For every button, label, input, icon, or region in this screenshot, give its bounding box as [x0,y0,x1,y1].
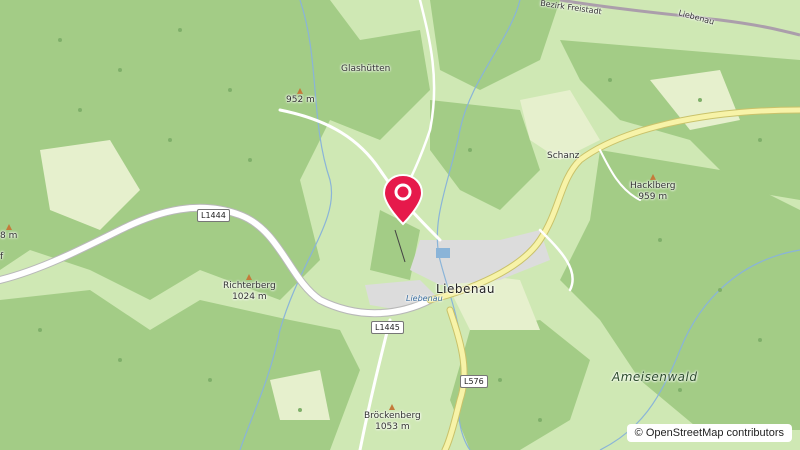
forest-label-ameisenwald: Ameisenwald [612,370,698,384]
map-canvas[interactable]: Glashütten Schanz Liebenau f Bezirk Frei… [0,0,800,450]
peak-elevation: 1053 m [375,422,410,432]
place-label-glashutten: Glashütten [341,64,391,74]
place-label-fragment: f [0,252,4,262]
peak-name: Bröckenberg [364,411,421,421]
peak-hacklberg: Hacklberg 959 m [630,174,675,203]
road-shield-l1445: L1445 [371,321,404,334]
peak-icon [649,174,656,180]
peak-elevation: 1024 m [232,292,267,302]
location-marker-pin[interactable] [380,172,426,228]
pond [436,248,450,258]
peak-icon [5,224,12,230]
attribution-link[interactable]: © OpenStreetMap contributors [626,424,792,442]
peak-elevation: 959 m [638,192,668,202]
place-label-liebenau: Liebenau [436,282,495,296]
peak-952: 952 m [286,88,315,106]
peak-elevation: 952 m [286,95,315,105]
stream-label-liebenau: Liebenau [406,294,443,303]
peak-elevation: 8 m [0,231,18,241]
peak-icon [246,274,253,280]
peak-fragment: 8 m [0,224,17,242]
map-pin-icon [382,173,424,226]
road-shield-l1444: L1444 [197,209,230,222]
peak-brockenberg: Bröckenberg 1053 m [364,404,421,433]
road-shield-l576: L576 [460,375,488,388]
peak-name: Hacklberg [630,181,676,191]
peak-icon [297,88,304,94]
peak-richterberg: Richterberg 1024 m [223,274,276,303]
place-label-schanz: Schanz [547,151,580,161]
peak-name: Richterberg [223,281,276,291]
peak-icon [389,404,396,410]
